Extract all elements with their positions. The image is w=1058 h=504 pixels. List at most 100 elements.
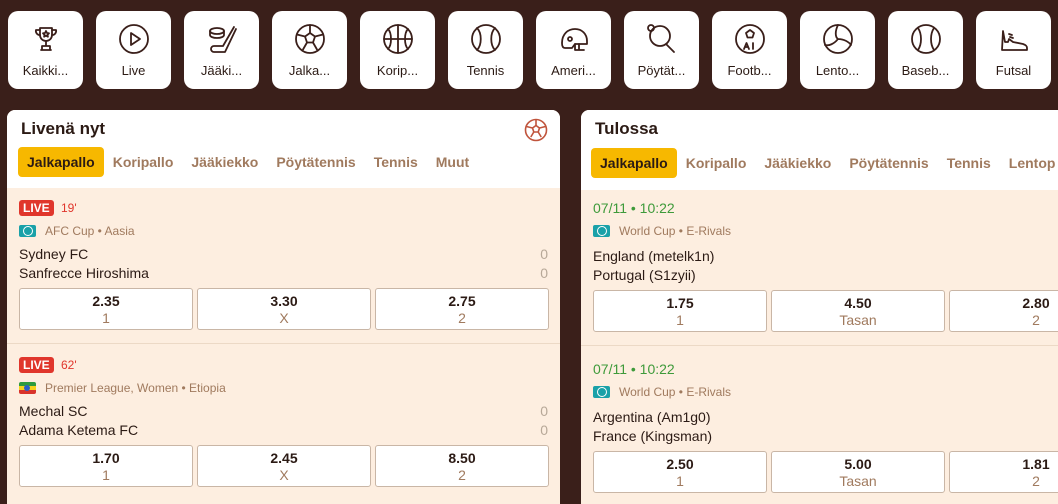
sport-tile-label: Jalka... xyxy=(288,63,331,78)
league-info: Premier League, Women • Etiopia xyxy=(19,381,226,395)
divider xyxy=(7,343,560,344)
odds-value: 2.45 xyxy=(270,449,298,466)
odds-value: 1.75 xyxy=(666,294,694,311)
tab-jaakiekko[interactable]: Jääkiekko xyxy=(182,147,267,177)
sport-tile-futsal[interactable]: Futsal xyxy=(976,11,1051,89)
globe-icon xyxy=(19,225,36,237)
live-now-panel: Livenä nyt Jalkapallo Koripallo Jääkiekk… xyxy=(7,110,560,504)
upcoming-match-card[interactable]: 07/11 • 10:22 World Cup • E-Rivals Argen… xyxy=(581,351,1058,504)
tab-poytatennis[interactable]: Pöytätennis xyxy=(840,148,937,178)
sport-tile-live[interactable]: Live xyxy=(96,11,171,89)
soccer-ball-icon[interactable] xyxy=(524,118,548,142)
sport-tile-label: Kaikki... xyxy=(22,63,69,78)
table-tennis-icon xyxy=(645,22,679,56)
home-team: Mechal SC xyxy=(19,403,88,419)
odds-outcome: 2 xyxy=(1032,472,1040,489)
odds-value: 2.75 xyxy=(448,292,476,309)
tab-poytatennis[interactable]: Pöytätennis xyxy=(267,147,364,177)
live-match-card[interactable]: LIVE 19' AFC Cup • Aasia Sydney FC 0 San… xyxy=(7,188,560,343)
tab-tennis[interactable]: Tennis xyxy=(938,148,1000,178)
sport-tile-hockey[interactable]: Jääki... xyxy=(184,11,259,89)
sport-tile-tennis[interactable]: Tennis xyxy=(448,11,523,89)
odds-outcome: 1 xyxy=(102,466,110,483)
sport-tile-volleyball[interactable]: Lento... xyxy=(800,11,875,89)
odds-button-draw[interactable]: 5.00 Tasan xyxy=(771,451,945,493)
odds-outcome: 1 xyxy=(676,311,684,328)
soccer-ball-icon xyxy=(293,22,327,56)
league-name: World Cup • E-Rivals xyxy=(619,224,732,238)
odds-outcome: Tasan xyxy=(839,472,877,489)
tab-jalkapallo[interactable]: Jalkapallo xyxy=(18,147,104,177)
trophy-icon xyxy=(29,22,63,56)
odds-button-draw[interactable]: 4.50 Tasan xyxy=(771,290,945,332)
odds-value: 1.81 xyxy=(1022,455,1050,472)
odds-button-home[interactable]: 2.50 1 xyxy=(593,451,767,493)
odds-value: 5.00 xyxy=(844,455,872,472)
away-score: 0 xyxy=(540,422,548,438)
tab-tennis[interactable]: Tennis xyxy=(365,147,427,177)
away-score: 0 xyxy=(540,265,548,281)
league-name: World Cup • E-Rivals xyxy=(619,385,732,399)
odds-outcome: 2 xyxy=(458,466,466,483)
match-minute: 19' xyxy=(61,201,77,215)
tab-koripallo[interactable]: Koripallo xyxy=(104,147,183,177)
league-name: AFC Cup • Aasia xyxy=(45,224,135,238)
upcoming-panel: Tulossa Jalkapallo Koripallo Jääkiekko P… xyxy=(581,110,1058,504)
tab-lentopallo[interactable]: Lentop xyxy=(1000,148,1058,178)
sport-tile-table-tennis[interactable]: Pöytät... xyxy=(624,11,699,89)
away-team: Adama Ketema FC xyxy=(19,422,139,438)
sport-tile-baseball[interactable]: Baseb... xyxy=(888,11,963,89)
sport-tile-american-football[interactable]: Ameri... xyxy=(536,11,611,89)
shoe-icon xyxy=(997,22,1031,56)
away-team: Portugal (S1zyii) xyxy=(593,267,696,283)
odds-outcome: 2 xyxy=(458,309,466,326)
league-info: World Cup • E-Rivals xyxy=(593,385,731,399)
live-sport-tabs: Jalkapallo Koripallo Jääkiekko Pöytätenn… xyxy=(18,147,478,177)
odds-value: 4.50 xyxy=(844,294,872,311)
home-team: Sydney FC xyxy=(19,246,89,262)
odds-button-home[interactable]: 2.35 1 xyxy=(19,288,193,330)
odds-button-home[interactable]: 1.70 1 xyxy=(19,445,193,487)
odds-outcome: X xyxy=(279,466,289,483)
odds-button-draw[interactable]: 3.30 X xyxy=(197,288,371,330)
sport-tile-all[interactable]: Kaikki... xyxy=(8,11,83,89)
odds-button-away[interactable]: 2.80 2 xyxy=(949,290,1058,332)
away-team: Sanfrecce Hiroshima xyxy=(19,265,149,281)
odds-button-away[interactable]: 1.81 2 xyxy=(949,451,1058,493)
live-match-card[interactable]: LIVE 62' Premier League, Women • Etiopia… xyxy=(7,345,560,504)
odds-row: 1.70 1 2.45 X 8.50 2 xyxy=(19,445,553,487)
odds-outcome: 1 xyxy=(102,309,110,326)
play-icon xyxy=(117,22,151,56)
baseball-icon xyxy=(909,22,943,56)
match-datetime: 07/11 • 10:22 xyxy=(593,361,675,377)
sport-tile-football-ai[interactable]: Footb... xyxy=(712,11,787,89)
live-badge: LIVE xyxy=(19,357,54,373)
sport-tile-label: Tennis xyxy=(466,63,505,78)
sport-tile-label: Korip... xyxy=(376,63,419,78)
sports-category-bar: Kaikki... Live Jääki... Jalka... Korip..… xyxy=(0,0,1058,100)
odds-button-away[interactable]: 2.75 2 xyxy=(375,288,549,330)
tab-muut[interactable]: Muut xyxy=(427,147,478,177)
upcoming-match-card[interactable]: 07/11 • 10:22 World Cup • E-Rivals Engla… xyxy=(581,190,1058,345)
sport-tile-soccer[interactable]: Jalka... xyxy=(272,11,347,89)
league-info: AFC Cup • Aasia xyxy=(19,224,135,238)
odds-button-away[interactable]: 8.50 2 xyxy=(375,445,549,487)
odds-value: 2.35 xyxy=(92,292,120,309)
volleyball-icon xyxy=(821,22,855,56)
odds-value: 8.50 xyxy=(448,449,476,466)
odds-button-home[interactable]: 1.75 1 xyxy=(593,290,767,332)
tab-jalkapallo[interactable]: Jalkapallo xyxy=(591,148,677,178)
home-team: England (metelk1n) xyxy=(593,248,715,264)
odds-button-draw[interactable]: 2.45 X xyxy=(197,445,371,487)
match-datetime: 07/11 • 10:22 xyxy=(593,200,675,216)
basketball-icon xyxy=(381,22,415,56)
ethiopia-flag-icon xyxy=(19,382,36,394)
league-info: World Cup • E-Rivals xyxy=(593,224,731,238)
sport-tile-basketball[interactable]: Korip... xyxy=(360,11,435,89)
odds-outcome: Tasan xyxy=(839,311,877,328)
tab-jaakiekko[interactable]: Jääkiekko xyxy=(755,148,840,178)
tab-koripallo[interactable]: Koripallo xyxy=(677,148,756,178)
tennis-ball-icon xyxy=(469,22,503,56)
sport-tile-label: Futsal xyxy=(995,63,1032,78)
ai-soccer-icon xyxy=(733,22,767,56)
